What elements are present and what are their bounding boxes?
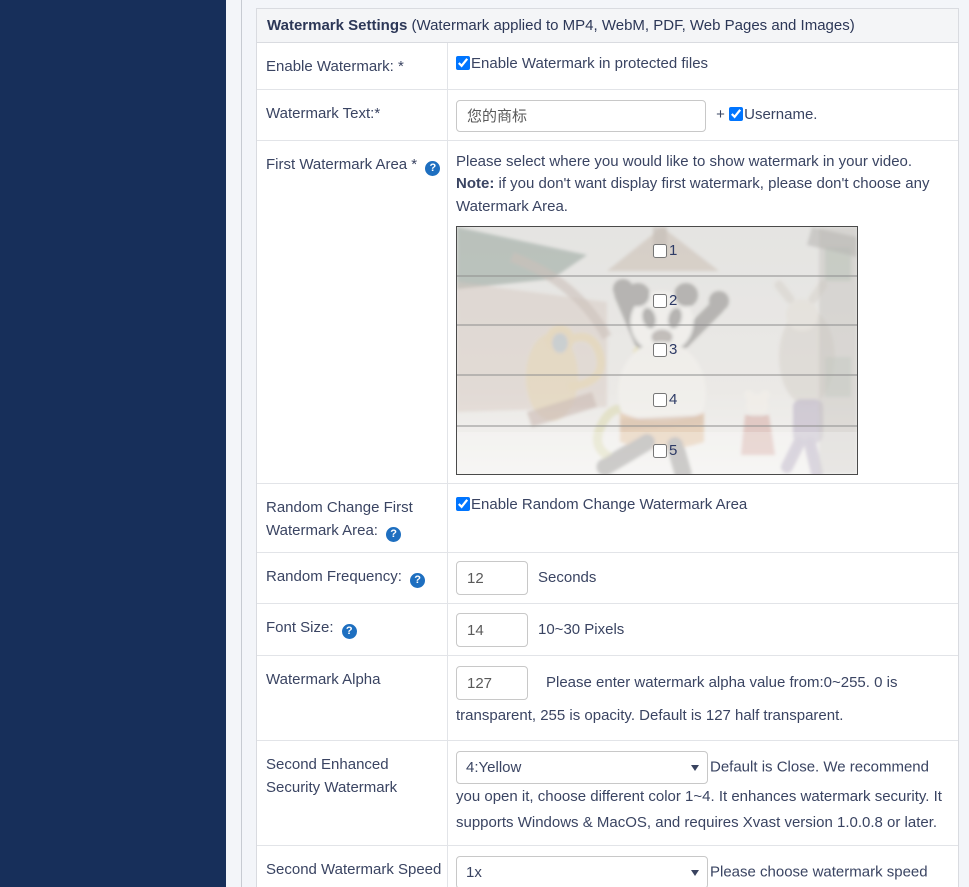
watermark-settings-panel: Watermark Settings (Watermark applied to… — [256, 8, 959, 887]
area-4-checkbox[interactable] — [653, 393, 667, 407]
font-size-range-hint: 10~30 Pixels — [538, 621, 624, 638]
watermark-area-option-1[interactable]: 1 — [653, 240, 677, 263]
first-area-label: First Watermark Area * — [266, 156, 421, 173]
watermark-text-input[interactable] — [456, 100, 706, 132]
watermark-alpha-input[interactable] — [456, 666, 528, 700]
panel-title: Watermark Settings — [267, 17, 407, 34]
help-icon[interactable]: ? — [342, 624, 357, 639]
second-watermark-color-select[interactable]: 4:Yellow — [456, 751, 708, 784]
watermark-area-preview-image: 1 2 3 4 5 — [456, 226, 858, 475]
enable-watermark-checkbox[interactable] — [456, 56, 470, 70]
row-random-frequency: Random Frequency: ? Seconds — [257, 553, 958, 604]
watermark-area-option-4[interactable]: 4 — [653, 389, 677, 412]
help-icon[interactable]: ? — [386, 527, 401, 542]
first-area-line1: Please select where you would like to sh… — [456, 153, 912, 170]
random-frequency-unit: Seconds — [538, 569, 596, 586]
area-2-checkbox[interactable] — [653, 294, 667, 308]
area-5-checkbox[interactable] — [653, 444, 667, 458]
random-frequency-label: Random Frequency: — [266, 568, 406, 585]
row-font-size: Font Size: ? 10~30 Pixels — [257, 604, 958, 656]
random-change-checkbox-label: Enable Random Change Watermark Area — [471, 496, 747, 513]
row-second-watermark-speed: Second Watermark Speed 1xPlease choose w… — [257, 846, 958, 887]
help-icon[interactable]: ? — [410, 573, 425, 588]
watermark-area-option-2[interactable]: 2 — [653, 290, 677, 313]
area-4-label: 4 — [668, 389, 677, 412]
watermark-text-label: Watermark Text:* — [257, 90, 448, 140]
first-area-note-text: if you don't want display first watermar… — [456, 175, 929, 215]
area-3-label: 3 — [668, 339, 677, 362]
area-5-label: 5 — [668, 440, 677, 463]
area-1-label: 1 — [668, 240, 677, 263]
username-checkbox-label: Username. — [744, 106, 817, 123]
row-first-watermark-area: First Watermark Area * ? Please select w… — [257, 141, 958, 485]
row-enable-watermark: Enable Watermark: * Enable Watermark in … — [257, 43, 958, 90]
second-watermark-speed-select[interactable]: 1x — [456, 856, 708, 887]
row-random-change: Random Change First Watermark Area: ? En… — [257, 484, 958, 553]
area-1-checkbox[interactable] — [653, 244, 667, 258]
row-second-enhanced-watermark: Second Enhanced Security Watermark 4:Yel… — [257, 741, 958, 846]
enable-watermark-option[interactable]: Enable Watermark in protected files — [456, 55, 708, 72]
username-checkbox[interactable] — [729, 107, 743, 121]
plus-sign: + — [716, 106, 729, 123]
enable-watermark-label: Enable Watermark: * — [257, 43, 448, 89]
second-speed-label: Second Watermark Speed — [257, 846, 448, 887]
panel-subtitle: (Watermark applied to MP4, WebM, PDF, We… — [407, 17, 854, 34]
first-area-note-label: Note: — [456, 175, 494, 192]
font-size-input[interactable] — [456, 613, 528, 647]
row-watermark-text: Watermark Text:* + Username. — [257, 90, 958, 141]
second-watermark-label: Second Enhanced Security Watermark — [257, 741, 448, 845]
enable-watermark-checkbox-label: Enable Watermark in protected files — [471, 55, 708, 72]
sidebar-nav — [0, 0, 226, 887]
first-area-instructions: Please select where you would like to sh… — [456, 151, 948, 219]
random-change-checkbox[interactable] — [456, 497, 470, 511]
random-change-option[interactable]: Enable Random Change Watermark Area — [456, 496, 747, 513]
panel-header: Watermark Settings (Watermark applied to… — [257, 9, 958, 43]
row-watermark-alpha: Watermark Alpha Please enter watermark a… — [257, 656, 958, 741]
content-divider — [241, 0, 242, 887]
watermark-area-option-3[interactable]: 3 — [653, 339, 677, 362]
area-2-label: 2 — [668, 290, 677, 313]
username-option[interactable]: Username. — [729, 106, 817, 123]
watermark-alpha-label: Watermark Alpha — [257, 656, 448, 740]
area-3-checkbox[interactable] — [653, 343, 667, 357]
help-icon[interactable]: ? — [425, 161, 440, 176]
watermark-area-option-5[interactable]: 5 — [653, 440, 677, 463]
random-frequency-input[interactable] — [456, 561, 528, 595]
font-size-label: Font Size: — [266, 619, 338, 636]
